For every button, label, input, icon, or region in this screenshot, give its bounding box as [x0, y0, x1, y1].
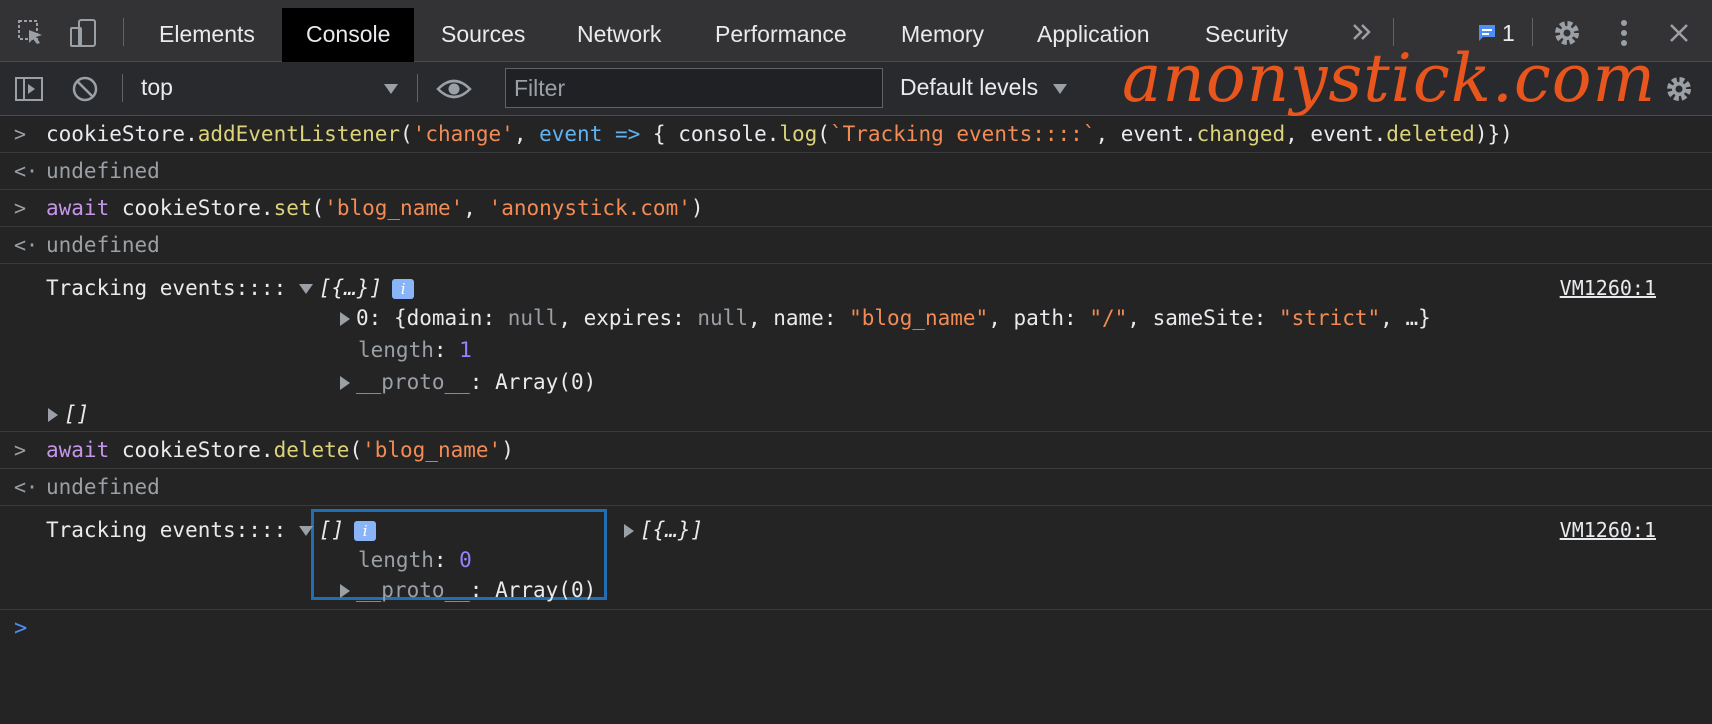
result-arrow-icon: <·	[14, 475, 39, 499]
input-chevron-icon: >	[14, 122, 27, 146]
inspect-element-icon[interactable]	[14, 16, 48, 50]
info-icon[interactable]: i	[392, 279, 415, 299]
expanded-triangle-icon[interactable]	[298, 526, 313, 536]
chevron-down-icon[interactable]	[384, 84, 398, 94]
collapsed-triangle-icon[interactable]	[624, 524, 634, 538]
console-result-row: <· undefined	[0, 153, 1712, 190]
input-chevron-icon: >	[14, 196, 27, 220]
context-selector[interactable]: top	[141, 74, 173, 101]
collapsed-triangle-icon[interactable]	[340, 584, 350, 598]
console-input-row: > await cookieStore.set('blog_name', 'an…	[0, 190, 1712, 227]
array-item[interactable]: 0: {domain: null, expires: null, name: "…	[340, 306, 1431, 330]
tab-network[interactable]: Network	[553, 8, 685, 62]
result-arrow-icon: <·	[14, 159, 39, 183]
console-result-row: <· undefined	[0, 469, 1712, 506]
chevron-down-icon[interactable]	[1053, 84, 1067, 94]
result-text: undefined	[46, 475, 160, 499]
expanded-triangle-icon[interactable]	[298, 284, 313, 294]
console-settings-gear-icon[interactable]	[1662, 72, 1696, 106]
tab-elements[interactable]: Elements	[135, 8, 279, 62]
live-expression-eye-icon[interactable]	[434, 74, 474, 104]
prompt-chevron-icon: >	[14, 616, 28, 641]
collapsed-triangle-icon[interactable]	[340, 312, 350, 326]
log-line: Tracking events:::: [] i	[46, 518, 377, 542]
result-arrow-icon: <·	[14, 233, 39, 257]
log-levels-dropdown[interactable]: Default levels	[900, 74, 1038, 101]
tab-console[interactable]: Console	[282, 8, 415, 62]
command-text[interactable]: await cookieStore.delete('blog_name')	[46, 438, 514, 462]
clear-console-icon[interactable]	[70, 74, 100, 104]
length-property: length: 0	[358, 548, 472, 572]
input-chevron-icon: >	[14, 438, 27, 462]
separator	[123, 18, 124, 46]
result-text: undefined	[46, 159, 160, 183]
empty-array[interactable]: []	[48, 402, 89, 426]
proto-property[interactable]: __proto__: Array(0)	[340, 578, 596, 602]
separator	[417, 74, 418, 102]
separator	[122, 74, 123, 102]
tab-performance[interactable]: Performance	[691, 8, 871, 62]
console-result-row: <· undefined	[0, 227, 1712, 264]
device-toolbar-icon[interactable]	[66, 16, 100, 50]
watermark-logo: anonystick.com	[1122, 40, 1657, 117]
console-prompt-row[interactable]: >	[0, 610, 1712, 670]
log-line: Tracking events:::: [{…}] i	[46, 276, 415, 300]
source-link[interactable]: VM1260:1	[1560, 518, 1656, 542]
tab-memory[interactable]: Memory	[877, 8, 1008, 62]
console-log-row: Tracking events:::: [{…}] i VM1260:1 0: {…	[0, 264, 1712, 432]
close-icon[interactable]	[1664, 18, 1694, 48]
result-text: undefined	[46, 233, 160, 257]
collapsed-triangle-icon[interactable]	[340, 376, 350, 390]
tab-sources[interactable]: Sources	[417, 8, 549, 62]
proto-property[interactable]: __proto__: Array(0)	[340, 370, 596, 394]
filter-input[interactable]: Filter	[505, 68, 883, 108]
console-input-row: > cookieStore.addEventListener('change',…	[0, 116, 1712, 153]
console-output: > cookieStore.addEventListener('change',…	[0, 116, 1712, 670]
command-text[interactable]: await cookieStore.set('blog_name', 'anon…	[46, 196, 704, 220]
console-log-row: Tracking events:::: [] i [{…}] VM1260:1 l…	[0, 506, 1712, 610]
sidebar-toggle-icon[interactable]	[12, 72, 46, 106]
console-input-row: > await cookieStore.delete('blog_name')	[0, 432, 1712, 469]
second-argument[interactable]: [{…}]	[624, 518, 703, 542]
info-icon[interactable]: i	[354, 521, 377, 541]
command-text[interactable]: cookieStore.addEventListener('change', e…	[46, 122, 1513, 146]
length-property: length: 1	[358, 338, 472, 362]
collapsed-triangle-icon[interactable]	[48, 408, 58, 422]
source-link[interactable]: VM1260:1	[1560, 276, 1656, 300]
